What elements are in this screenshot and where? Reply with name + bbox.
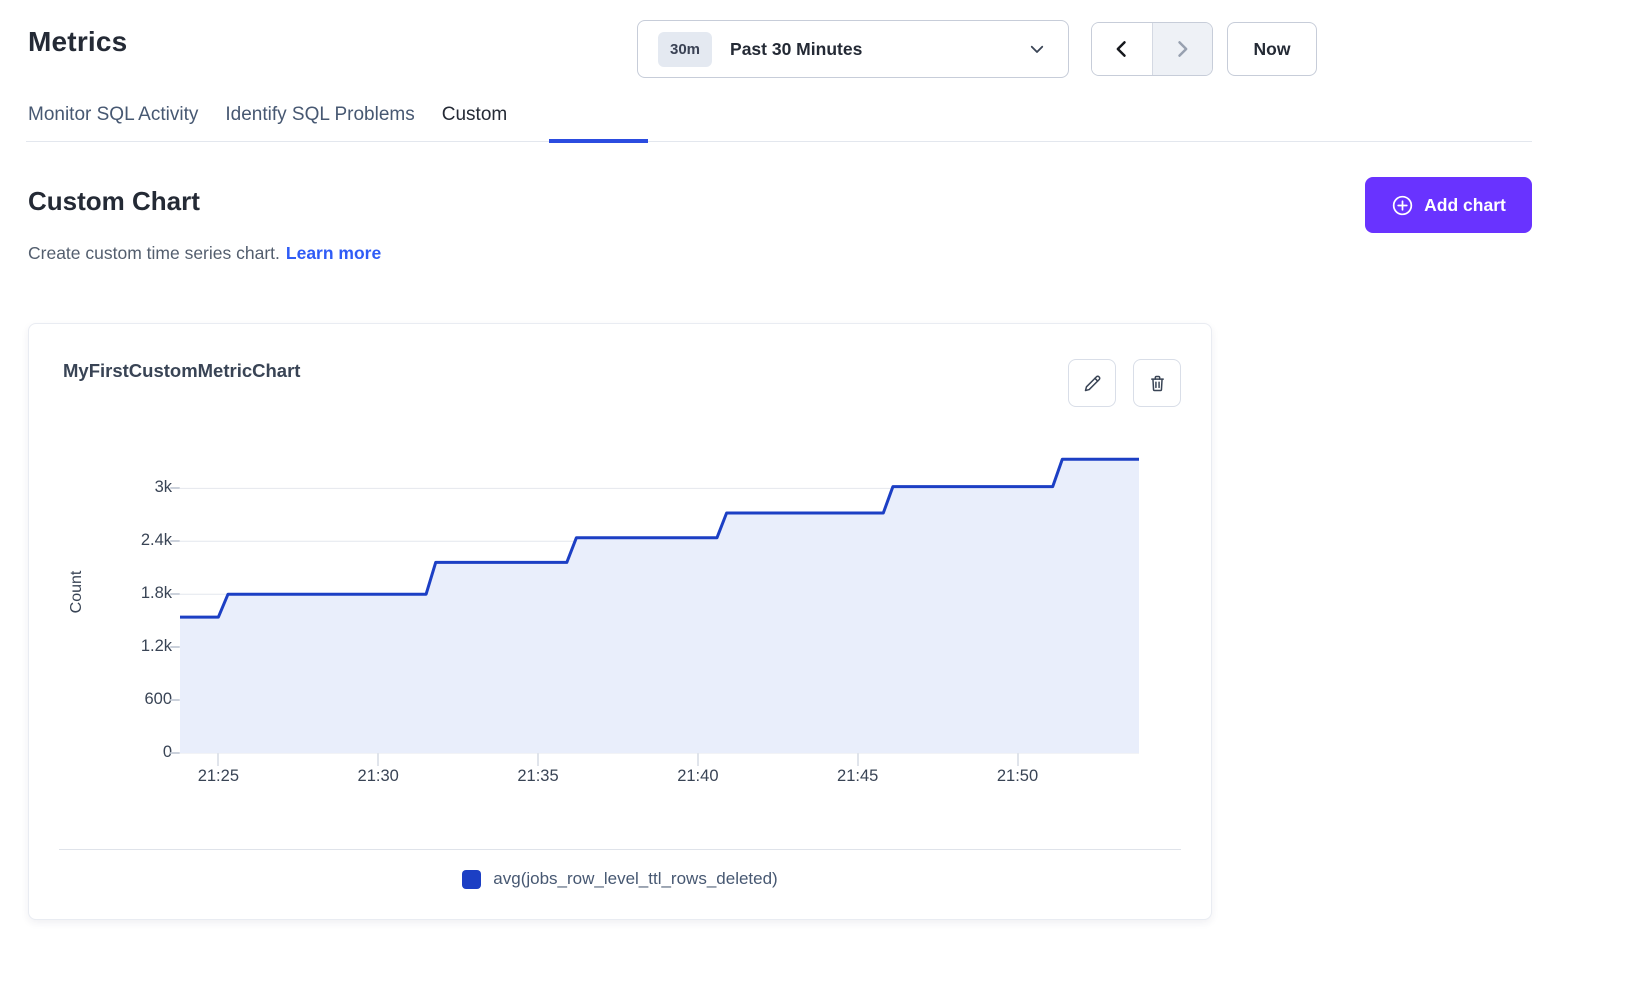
active-tab-underline <box>549 139 648 143</box>
chart-plot-svg <box>180 431 1139 753</box>
x-tick-label: 21:30 <box>338 767 418 786</box>
y-tick-mark <box>170 540 180 542</box>
prev-time-button[interactable] <box>1092 23 1152 75</box>
chart-legend: avg(jobs_row_level_ttl_rows_deleted) <box>29 869 1211 889</box>
y-tick-mark <box>170 593 180 595</box>
tab-monitor-sql-activity[interactable]: Monitor SQL Activity <box>28 104 198 142</box>
time-range-picker[interactable]: 30m Past 30 Minutes <box>637 20 1069 78</box>
chart-plot <box>180 431 1139 753</box>
y-tick-label: 1.2k <box>89 637 172 656</box>
x-tick-label: 21:35 <box>498 767 578 786</box>
legend-label: avg(jobs_row_level_ttl_rows_deleted) <box>493 869 777 889</box>
section-subtitle-text: Create custom time series chart. <box>28 243 280 263</box>
y-tick-mark <box>170 752 180 754</box>
x-tick-mark <box>697 753 699 766</box>
now-button[interactable]: Now <box>1227 22 1317 76</box>
pencil-icon <box>1082 373 1103 394</box>
section-subtitle: Create custom time series chart. Learn mo… <box>28 243 381 264</box>
y-tick-label: 600 <box>89 690 172 709</box>
delete-chart-button[interactable] <box>1133 359 1181 407</box>
add-chart-button[interactable]: Add chart <box>1365 177 1532 233</box>
time-pager <box>1091 22 1213 76</box>
chart-card: MyFirstCustomMetricChart Count 06001.2k1… <box>28 323 1212 920</box>
tab-custom[interactable]: Custom <box>442 104 507 142</box>
x-tick-mark <box>217 753 219 766</box>
chevron-down-icon <box>1028 40 1046 58</box>
y-tick-label: 1.8k <box>89 584 172 603</box>
y-tick-mark <box>170 699 180 701</box>
chevron-right-icon <box>1172 39 1192 59</box>
x-tick-mark <box>377 753 379 766</box>
trash-icon <box>1147 373 1168 394</box>
metrics-page: Metrics 30m Past 30 Minutes Now Monitor … <box>0 0 1650 982</box>
time-range-label: Past 30 Minutes <box>730 39 1028 60</box>
x-tick-label: 21:50 <box>978 767 1058 786</box>
learn-more-link[interactable]: Learn more <box>286 243 381 263</box>
x-tick-mark <box>1017 753 1019 766</box>
chart-title: MyFirstCustomMetricChart <box>63 360 300 382</box>
chevron-left-icon <box>1112 39 1132 59</box>
y-tick-label: 0 <box>89 743 172 762</box>
tab-identify-sql-problems[interactable]: Identify SQL Problems <box>225 104 414 142</box>
x-tick-label: 21:25 <box>178 767 258 786</box>
metrics-tabs: Monitor SQL Activity Identify SQL Proble… <box>28 104 507 142</box>
x-tick-label: 21:45 <box>818 767 898 786</box>
legend-swatch <box>462 870 481 889</box>
tabs-divider <box>26 141 1532 142</box>
add-chart-label: Add chart <box>1424 195 1506 216</box>
edit-chart-button[interactable] <box>1068 359 1116 407</box>
y-tick-label: 2.4k <box>89 531 172 550</box>
y-tick-label: 3k <box>89 478 172 497</box>
time-range-badge: 30m <box>658 32 712 67</box>
legend-divider <box>59 849 1181 850</box>
x-tick-mark <box>857 753 859 766</box>
page-title: Metrics <box>28 26 127 58</box>
section-title: Custom Chart <box>28 186 200 217</box>
x-tick-mark <box>537 753 539 766</box>
next-time-button[interactable] <box>1152 23 1212 75</box>
y-tick-mark <box>170 646 180 648</box>
x-tick-label: 21:40 <box>658 767 738 786</box>
plus-circle-icon <box>1391 194 1414 217</box>
